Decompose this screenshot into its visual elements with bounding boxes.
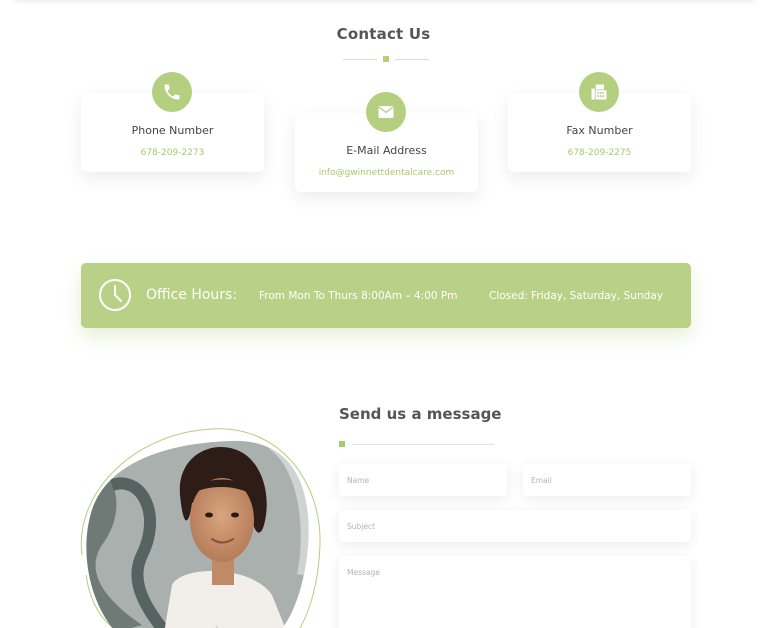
email-card: E-Mail Address info@gwinnettdentalcare.c… xyxy=(295,92,478,192)
fax-label: Fax Number xyxy=(566,124,633,137)
office-hours-open: From Mon To Thurs 8:00Am – 4:00 Pm xyxy=(259,290,458,302)
office-hours-title: Office Hours: xyxy=(146,287,238,303)
fax-icon xyxy=(579,72,619,112)
mail-icon xyxy=(366,92,406,132)
office-hours-bar: Office Hours: From Mon To Thurs 8:00Am –… xyxy=(81,263,691,328)
email-label: E-Mail Address xyxy=(346,144,427,157)
phone-card: Phone Number 678-209-2273 xyxy=(81,72,264,172)
phone-label: Phone Number xyxy=(131,124,214,137)
message-divider xyxy=(339,440,494,448)
fax-link[interactable]: 678-209-2275 xyxy=(508,148,691,158)
title-divider xyxy=(343,55,429,63)
phone-icon xyxy=(152,72,192,112)
doctor-photo xyxy=(72,425,328,628)
message-title: Send us a message xyxy=(339,405,502,423)
name-input[interactable] xyxy=(339,464,507,496)
email-link[interactable]: info@gwinnettdentalcare.com xyxy=(295,168,478,178)
office-hours-closed: Closed: Friday, Saturday, Sunday xyxy=(489,290,663,302)
phone-link[interactable]: 678-209-2273 xyxy=(81,148,264,158)
clock-icon xyxy=(99,279,131,311)
subject-input[interactable] xyxy=(339,510,691,542)
message-textarea[interactable] xyxy=(339,556,691,628)
contact-title: Contact Us xyxy=(336,25,431,43)
email-input[interactable] xyxy=(523,464,691,496)
fax-card: Fax Number 678-209-2275 xyxy=(508,72,691,172)
